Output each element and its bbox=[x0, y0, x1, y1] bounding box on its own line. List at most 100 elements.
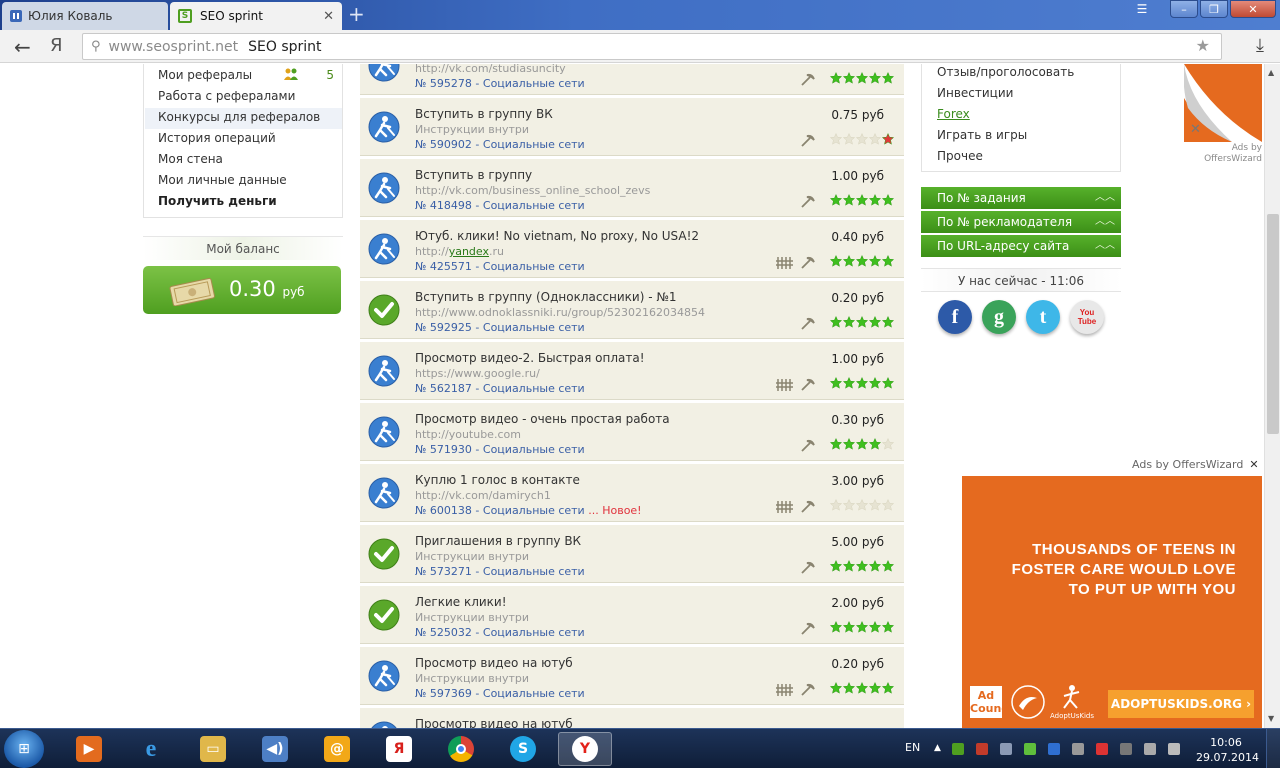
tab-yulia-koval[interactable]: Юлия Коваль bbox=[2, 2, 168, 30]
page-scrollbar[interactable]: ▲ ▼ bbox=[1264, 64, 1280, 728]
task-title[interactable]: Просмотр видео на ютуб bbox=[415, 656, 573, 670]
task-url-link[interactable]: yandex bbox=[449, 245, 489, 258]
bluetooth-icon[interactable] bbox=[1048, 743, 1060, 755]
task-title[interactable]: Куплю 1 голос в контакте bbox=[415, 473, 580, 487]
taskbar-mail-agent[interactable]: @ bbox=[310, 732, 364, 766]
language-indicator[interactable]: EN bbox=[905, 741, 920, 754]
tray-check-icon[interactable] bbox=[952, 743, 964, 755]
power-icon[interactable] bbox=[1144, 743, 1156, 755]
scrollbar-thumb[interactable] bbox=[1267, 214, 1279, 434]
tab-seo-sprint[interactable]: S SEO sprint ✕ bbox=[170, 2, 342, 30]
tray-expand-icon[interactable]: ▲ bbox=[934, 743, 946, 755]
download-icon[interactable]: ⤓ bbox=[1256, 35, 1264, 56]
ad-banner[interactable]: THOUSANDS OF TEENS IN FOSTER CARE WOULD … bbox=[962, 476, 1262, 728]
tab-close-icon[interactable]: ✕ bbox=[323, 9, 334, 24]
task-title[interactable]: Приглашения в группу ВК bbox=[415, 534, 581, 548]
youtube-icon[interactable]: You Tube bbox=[1070, 300, 1104, 334]
menu-item-referral-contests[interactable]: Конкурсы для рефералов bbox=[145, 108, 342, 129]
menu-item-review-vote[interactable]: Отзыв/проголосовать bbox=[937, 65, 1074, 79]
menu-item-my-referrals[interactable]: Мои рефералы bbox=[158, 68, 252, 82]
ad-url-button[interactable]: ADOPTUSKIDS.ORG › bbox=[1108, 690, 1254, 718]
task-row[interactable]: Вступить в группу http://vk.com/business… bbox=[360, 159, 904, 217]
menu-item-history[interactable]: История операций bbox=[158, 131, 276, 145]
fence-icon bbox=[776, 684, 793, 696]
start-button[interactable]: ⊞ bbox=[4, 730, 44, 768]
ad-close-icon[interactable]: ✕ bbox=[1190, 122, 1201, 137]
menu-item-games[interactable]: Играть в игры bbox=[937, 128, 1027, 142]
task-title[interactable]: Легкие клики! bbox=[415, 595, 507, 609]
task-row[interactable]: http://vk.com/studiasuncity № 595278 - С… bbox=[360, 64, 904, 95]
task-title[interactable]: Вступить в группу (Одноклассники) - №1 bbox=[415, 290, 677, 304]
minimize-button[interactable]: – bbox=[1170, 0, 1198, 18]
task-title[interactable]: Просмотр видео на ютуб bbox=[415, 717, 573, 728]
menu-item-referral-work[interactable]: Работа с рефералами bbox=[158, 89, 295, 103]
back-arrow-icon[interactable]: ← bbox=[14, 35, 31, 59]
system-clock[interactable]: 10:06 29.07.2014 bbox=[1196, 735, 1259, 765]
task-url: http://vk.com/damirych1 bbox=[415, 489, 551, 502]
task-row[interactable]: Вступить в группу (Одноклассники) - №1 h… bbox=[360, 281, 904, 339]
balance-box[interactable]: 0.30 руб bbox=[143, 266, 341, 314]
menu-item-personal-data[interactable]: Мои личные данные bbox=[158, 173, 287, 187]
task-row[interactable]: Просмотр видео - очень простая работа ht… bbox=[360, 403, 904, 461]
taskbar-volume-app[interactable]: ◀) bbox=[248, 732, 302, 766]
new-tab-button[interactable]: + bbox=[348, 4, 365, 24]
maximize-button[interactable]: ❐ bbox=[1200, 0, 1228, 18]
volume-icon[interactable] bbox=[1168, 743, 1180, 755]
task-row[interactable]: Приглашения в группу ВК Инструкции внутр… bbox=[360, 525, 904, 583]
task-row[interactable]: Вступить в группу ВК Инструкции внутри №… bbox=[360, 98, 904, 156]
close-window-button[interactable]: ✕ bbox=[1230, 0, 1276, 18]
task-row[interactable]: Легкие клики! Инструкции внутри № 525032… bbox=[360, 586, 904, 644]
task-title[interactable]: Ютуб. клики! No vietnam, No proxy, No US… bbox=[415, 229, 699, 243]
task-title[interactable]: Вступить в группу ВК bbox=[415, 107, 553, 121]
search-by-site-url[interactable]: По URL-адресу сайта ︿︿ bbox=[921, 235, 1121, 257]
show-desktop-button[interactable] bbox=[1266, 729, 1280, 768]
browser-menu-icon[interactable]: ☰ bbox=[1128, 0, 1156, 18]
menu-item-other[interactable]: Прочее bbox=[937, 149, 983, 163]
taskbar-file-explorer[interactable]: ▭ bbox=[186, 732, 240, 766]
adoptuskids-logo: AdoptUsKids bbox=[1050, 684, 1094, 720]
tray-disk-icon[interactable] bbox=[1000, 743, 1012, 755]
taskbar-chrome[interactable] bbox=[434, 732, 488, 766]
task-row[interactable]: Ютуб. клики! No vietnam, No proxy, No US… bbox=[360, 220, 904, 278]
scroll-up-arrow-icon[interactable]: ▲ bbox=[1268, 68, 1274, 77]
task-price: 0.75 руб bbox=[831, 108, 884, 122]
menu-item-get-money[interactable]: Получить деньги bbox=[158, 194, 277, 208]
task-row[interactable]: Куплю 1 голос в контакте http://vk.com/d… bbox=[360, 464, 904, 522]
rating-star-icon bbox=[830, 194, 842, 206]
taskbar-media-player[interactable]: ▶ bbox=[62, 732, 116, 766]
address-bar[interactable]: ⚲ www.seosprint.net SEO sprint bbox=[82, 33, 1222, 60]
taskbar-internet-explorer[interactable]: e bbox=[124, 732, 178, 766]
search-by-task-number[interactable]: По № задания ︿︿ bbox=[921, 187, 1121, 209]
worker-icon bbox=[371, 721, 397, 728]
network-icon[interactable] bbox=[1120, 743, 1132, 755]
yandex-button[interactable]: Я bbox=[50, 35, 63, 56]
task-row[interactable]: Просмотр видео на ютуб Инструкции внутри… bbox=[360, 647, 904, 705]
tray-flag-icon[interactable] bbox=[1096, 743, 1108, 755]
task-rating bbox=[830, 621, 894, 633]
menu-item-forex[interactable]: Forex bbox=[937, 107, 970, 121]
taskbar-skype[interactable]: S bbox=[496, 732, 550, 766]
task-rating bbox=[830, 560, 894, 572]
scroll-down-arrow-icon[interactable]: ▼ bbox=[1268, 714, 1274, 723]
menu-item-investments[interactable]: Инвестиции bbox=[937, 86, 1013, 100]
task-title[interactable]: Вступить в группу bbox=[415, 168, 532, 182]
task-row[interactable]: Просмотр видео-2. Быстрая оплата! https:… bbox=[360, 342, 904, 400]
twitter-icon[interactable]: t bbox=[1026, 300, 1060, 334]
bookmark-star-icon[interactable]: ★ bbox=[1196, 36, 1210, 55]
tray-update-icon[interactable] bbox=[1024, 743, 1036, 755]
task-row[interactable]: Просмотр видео на ютуб bbox=[360, 708, 904, 728]
taskbar-yandex-browser[interactable]: Y bbox=[558, 732, 612, 766]
task-title[interactable]: Просмотр видео - очень простая работа bbox=[415, 412, 670, 426]
task-title[interactable]: Просмотр видео-2. Быстрая оплата! bbox=[415, 351, 645, 365]
google-icon[interactable]: g bbox=[982, 300, 1016, 334]
rating-star-icon bbox=[830, 72, 842, 84]
search-by-advertiser-number[interactable]: По № рекламодателя ︿︿ bbox=[921, 211, 1121, 233]
task-number: № 590902 - Социальные сети bbox=[415, 138, 585, 151]
facebook-icon[interactable]: f bbox=[938, 300, 972, 334]
seosprint-logo-icon: S bbox=[178, 9, 192, 23]
tray-app-icon[interactable] bbox=[976, 743, 988, 755]
ad-close-icon[interactable]: ✕ bbox=[1249, 458, 1258, 471]
taskbar-yandex[interactable]: Я bbox=[372, 732, 426, 766]
tray-device-icon[interactable] bbox=[1072, 743, 1084, 755]
menu-item-my-wall[interactable]: Моя стена bbox=[158, 152, 223, 166]
